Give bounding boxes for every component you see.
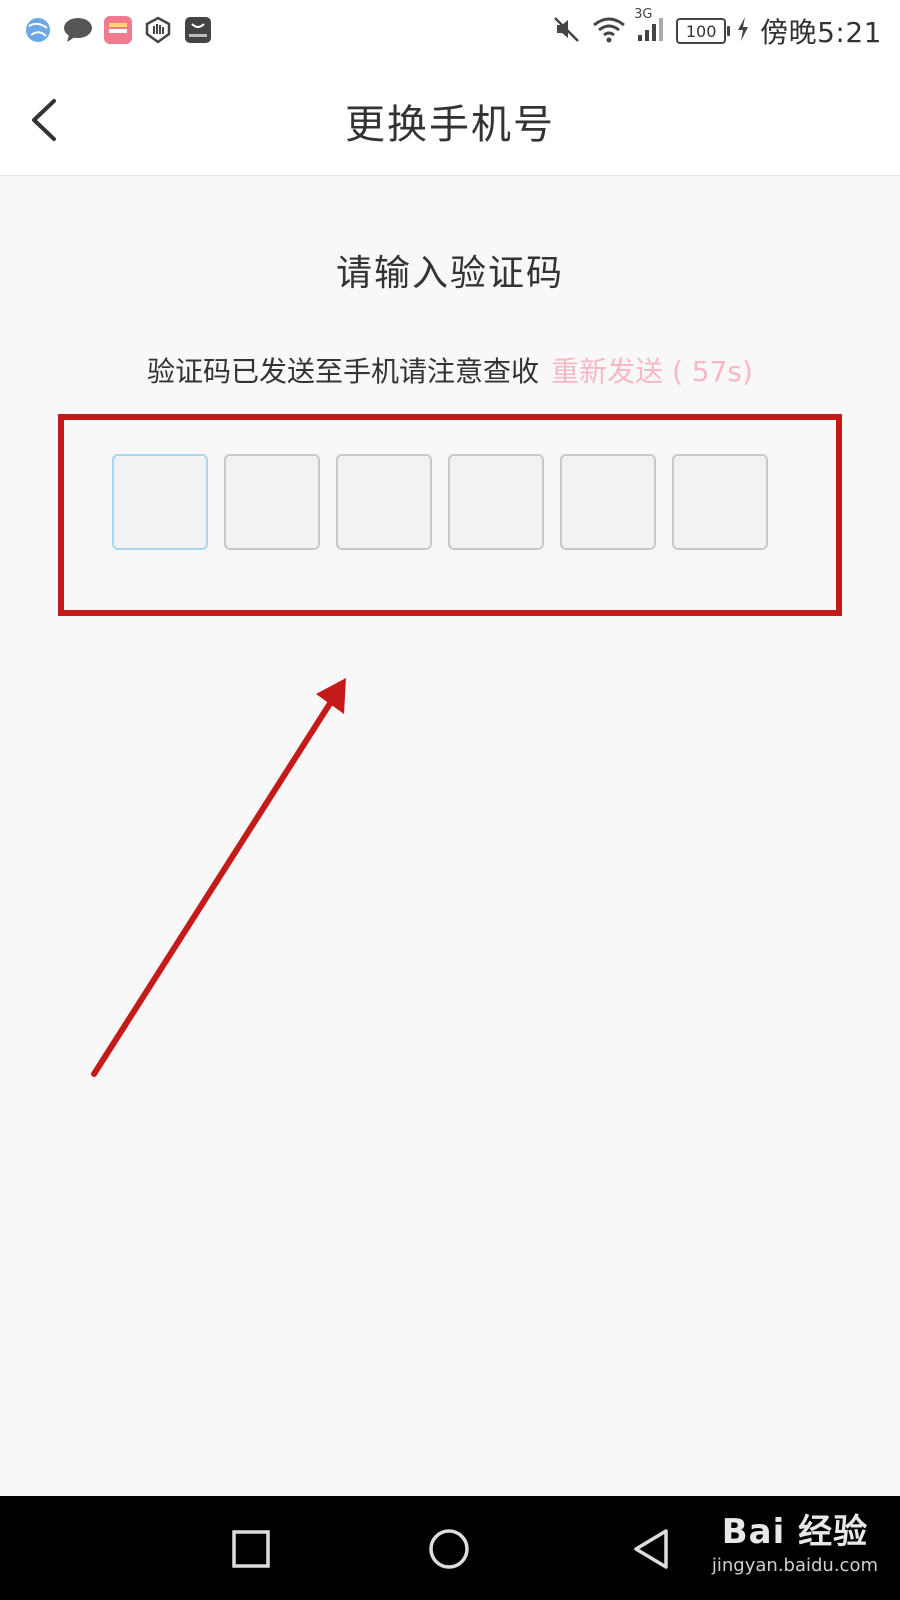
home-button[interactable] xyxy=(424,1524,474,1574)
baidu-jingyan-watermark: Bai 经验 jingyan.baidu.com xyxy=(712,1504,878,1576)
square-icon xyxy=(232,1530,270,1568)
watermark-logo: Bai 经验 xyxy=(721,1512,869,1552)
watermark-url: jingyan.baidu.com xyxy=(711,1555,878,1576)
annotation-arrow-icon xyxy=(91,678,346,1077)
recent-apps-button[interactable] xyxy=(226,1524,276,1574)
triangle-back-icon xyxy=(634,1529,668,1569)
back-nav-button[interactable] xyxy=(626,1524,676,1574)
circle-icon xyxy=(429,1529,469,1569)
system-nav-bar: Bai 经验 jingyan.baidu.com xyxy=(0,1496,900,1600)
